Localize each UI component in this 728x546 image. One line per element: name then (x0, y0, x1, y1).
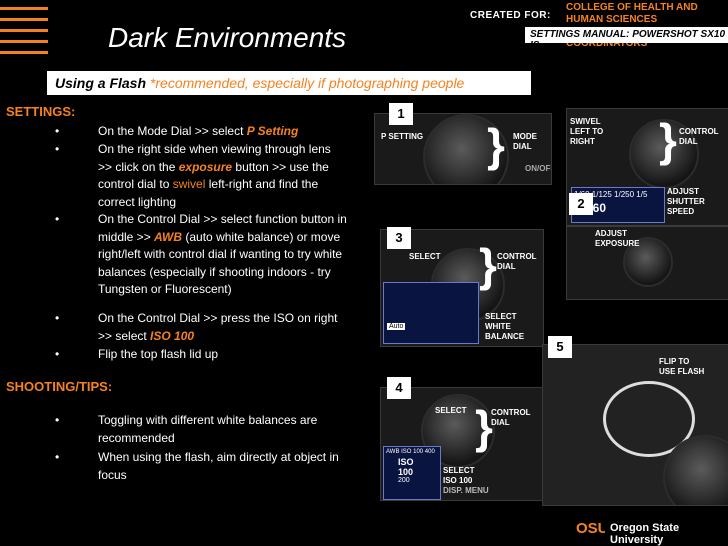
photo-iso: SELECT } CONTROL DIAL SELECT ISO 100 DISP… (380, 387, 544, 501)
select-label: SELECT (409, 252, 441, 261)
step-number: 1 (389, 103, 413, 125)
lcd-display: Auto (383, 282, 479, 344)
osu-logo-icon: OSU (575, 518, 605, 536)
bullet: • (55, 311, 60, 325)
settings-item: On the Control Dial >> select function b… (98, 211, 348, 299)
settings-item: On the Control Dial >> press the ISO on … (98, 310, 348, 345)
manual-title: SETTINGS MANUAL: POWERSHOT SX10 IS (530, 29, 726, 51)
mode-dial-label: MODE DIAL (513, 132, 537, 152)
decor-stripe (0, 18, 48, 21)
lcd-display: AWB ISO 100 400 ISO 100 200 (383, 446, 441, 500)
college-line: COLLEGE OF HEALTH AND HUMAN SCIENCES (566, 2, 698, 25)
control-dial-label: CONTROL DIAL (679, 127, 719, 147)
brace-icon: } (479, 239, 497, 291)
shutter-label: ADJUST SHUTTER SPEED (667, 187, 705, 216)
decor-stripe (0, 7, 48, 10)
bullet: • (55, 212, 60, 226)
label-line: DIAL (497, 262, 516, 271)
decor-stripe (0, 40, 48, 43)
banner-main: Using a Flash (55, 75, 147, 91)
p-setting-label: P SETTING (381, 132, 424, 141)
lcd-top: AWB ISO 100 400 (386, 449, 435, 455)
step-number: 5 (548, 336, 572, 358)
photo-flash: FLIP TO USE FLASH (542, 344, 728, 506)
highlight: ISO 100 (150, 328, 195, 343)
highlight: P Setting (246, 124, 299, 138)
highlight: AWB (154, 229, 183, 244)
label-line: DIAL (679, 137, 698, 146)
decor-stripe (0, 29, 48, 32)
bullet: • (55, 450, 60, 464)
tip-item: When using the flash, aim directly at ob… (98, 450, 339, 482)
banner-note: *recommended, especially if photographin… (149, 75, 465, 91)
highlight: swivel (172, 177, 206, 191)
settings-item: On the right side when viewing through l… (98, 141, 348, 211)
osu-logo-text: OSU (576, 520, 605, 536)
iso-label: SELECT ISO 100 (443, 466, 475, 485)
brace-icon: } (487, 119, 505, 171)
onoff-label: ON/OFF (525, 164, 551, 173)
exposure-label: ADJUST EXPOSURE (595, 229, 640, 248)
tip-item: Toggling with different white balances a… (98, 413, 318, 445)
select-label: SELECT (435, 406, 467, 415)
bullet: • (55, 413, 60, 427)
label-line: USE FLASH (659, 367, 705, 376)
bullet: • (55, 124, 60, 138)
label-line: DIAL (491, 418, 510, 427)
text: On the Mode Dial >> select (98, 124, 247, 138)
subtitle-banner: Using a Flash *recommended, especially i… (47, 71, 531, 95)
settings-item: On the Mode Dial >> select P Setting (98, 123, 348, 141)
brace-icon: } (659, 114, 677, 166)
text: On the Control Dial >> press the ISO on … (98, 311, 338, 343)
flip-label: FLIP TO USE FLASH (659, 357, 704, 377)
swivel-label: SWIVEL LEFT TO RIGHT (570, 117, 604, 146)
label-line: MODE (513, 132, 537, 141)
highlight: exposure (178, 159, 233, 174)
label-line: CONTROL (679, 127, 719, 136)
label-line: CONTROL (497, 252, 537, 261)
step-number: 4 (387, 377, 411, 399)
auto-option: Auto (387, 323, 406, 330)
step-number: 2 (569, 193, 593, 215)
label-line: DIAL (513, 142, 532, 151)
banner-text: Using a Flash *recommended, especially i… (55, 75, 464, 91)
bullet: • (55, 142, 60, 156)
settings-heading: SETTINGS: (6, 104, 76, 119)
university-name: Oregon State University (610, 522, 680, 546)
control-dial-label: CONTROL DIAL (491, 408, 531, 428)
created-for-label: CREATED FOR: (470, 10, 551, 21)
page-title: Dark Environments (108, 22, 347, 53)
tips-heading: SHOOTING/TIPS: (6, 379, 113, 394)
settings-item: Flip the top flash lid up (98, 347, 219, 361)
decor-stripe (0, 51, 48, 54)
control-dial-label: CONTROL DIAL (497, 252, 537, 272)
lcd-value: 200 (398, 477, 410, 484)
wb-label: SELECT WHITE BALANCE (485, 312, 525, 341)
step-number: 3 (387, 227, 411, 249)
photo-exposure: ADJUST EXPOSURE (566, 226, 728, 300)
lcd-value: ISO (398, 457, 414, 467)
label-line: FLIP TO (659, 357, 690, 366)
bullet: • (55, 347, 60, 361)
label-line: CONTROL (491, 408, 531, 417)
lcd-value: 100 (398, 467, 414, 477)
menu-label: DISP. MENU (443, 486, 489, 495)
